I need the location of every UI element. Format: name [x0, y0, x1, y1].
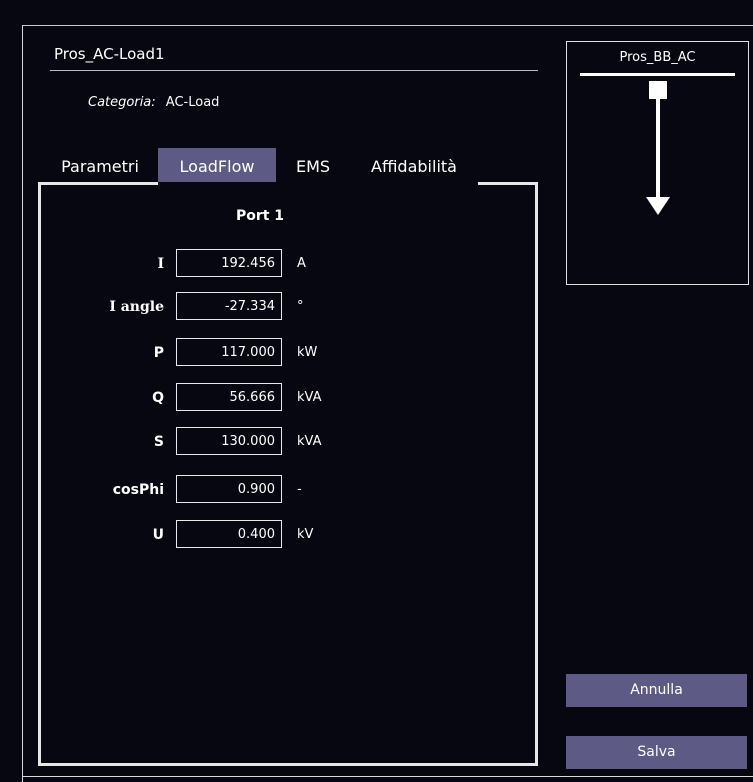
port-title: Port 1 [235, 208, 285, 224]
row-label-u: U [152, 527, 164, 543]
unit-u: kV [297, 527, 314, 542]
value-field-p[interactable]: 117.000 [176, 338, 282, 366]
unit-cosphi: - [297, 482, 302, 497]
unit-s: kVA [297, 434, 322, 449]
tab-affidabilita[interactable]: Affidabilità [352, 148, 476, 182]
element-title: Pros_AC-Load1 [54, 45, 165, 63]
value-field-i[interactable]: 192.456 [176, 249, 282, 277]
row-label-p: P [153, 345, 164, 361]
value-field-q[interactable]: 56.666 [176, 383, 282, 411]
category-value: AC-Load [165, 95, 220, 110]
connection-node-icon[interactable] [649, 81, 667, 99]
value-field-cosphi[interactable]: 0.900 [176, 475, 282, 503]
panel-bottom-border [38, 763, 538, 766]
busbar-line [580, 73, 735, 76]
bus-name-label: Pros_BB_AC [619, 50, 696, 65]
unit-i: A [297, 256, 306, 271]
unit-q: kVA [297, 390, 322, 405]
value-field-u[interactable]: 0.400 [176, 520, 282, 548]
row-label-i: I [157, 256, 164, 272]
panel-top-border-right [478, 182, 538, 185]
connection-diagram: Pros_BB_AC [566, 41, 749, 285]
row-label-s: S [153, 434, 164, 450]
category-label: Categoria: [88, 95, 156, 110]
load-line [656, 98, 660, 198]
unit-p: kW [297, 345, 318, 360]
tab-loadflow[interactable]: LoadFlow [158, 148, 276, 182]
value-field-s[interactable]: 130.000 [176, 427, 282, 455]
load-arrow-icon [646, 197, 670, 215]
unit-i-angle: ° [297, 299, 304, 314]
panel-top-border-left [38, 182, 158, 185]
category-line: Categoria: AC-Load [88, 95, 219, 110]
top-divider [22, 25, 753, 26]
row-label-q: Q [152, 390, 164, 406]
tab-parametri[interactable]: Parametri [50, 148, 150, 182]
left-frame-line [22, 25, 23, 782]
row-label-i-angle: I angle [109, 299, 164, 315]
cancel-button[interactable]: Annulla [566, 674, 747, 707]
bottom-frame-line [22, 776, 753, 777]
save-button[interactable]: Salva [566, 736, 747, 769]
value-field-i-angle[interactable]: -27.334 [176, 292, 282, 320]
tab-ems[interactable]: EMS [284, 148, 342, 182]
panel-left-border [38, 182, 41, 766]
title-underline [50, 70, 538, 71]
row-label-cosphi: cosPhi [112, 482, 164, 498]
panel-right-border [535, 182, 538, 766]
